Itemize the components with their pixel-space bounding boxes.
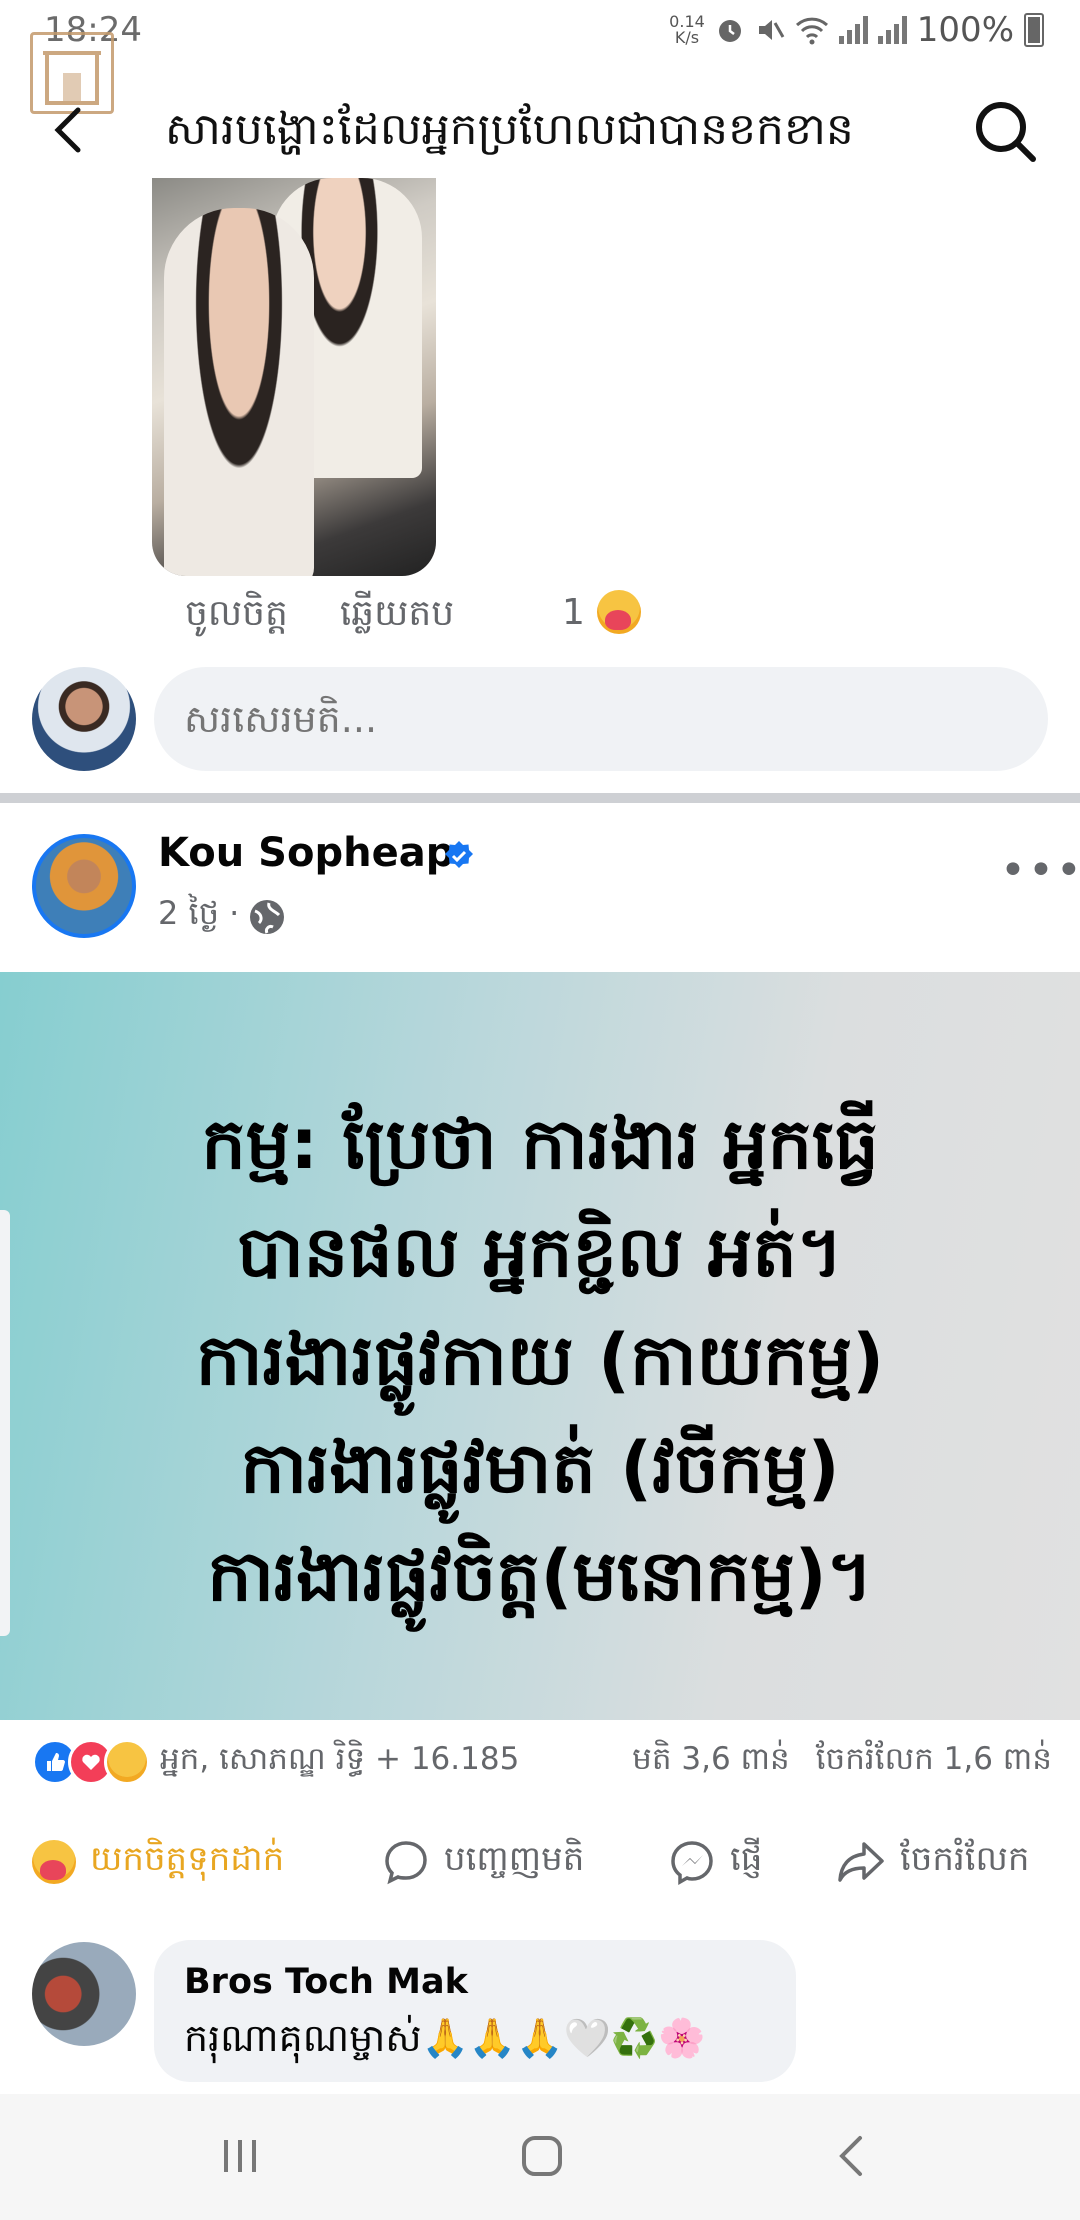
- mute-icon: [758, 20, 785, 40]
- care-button[interactable]: យកចិត្តទុកដាក់: [32, 1837, 284, 1887]
- share-button[interactable]: ចែករំលែក: [836, 1837, 1030, 1887]
- messenger-icon: [671, 1841, 713, 1886]
- section-divider: [0, 793, 1080, 803]
- comment-author[interactable]: Bros Toch Mak: [184, 1962, 468, 2002]
- signal-icon-2: [877, 16, 907, 44]
- comment-bubble[interactable]: Bros Toch Mak ករុណាគុណម្ចាស់🙏🙏🙏🤍♻️🌸: [154, 1940, 796, 2082]
- comment-button[interactable]: បញ្ចេញមតិ: [382, 1837, 584, 1887]
- share-label: ចែករំលែក: [900, 1839, 1030, 1879]
- network-speed-unit: K/s: [674, 28, 700, 47]
- card-line: កម្ម: ប្រែថា ការងារ អ្នកធ្វើ: [201, 1103, 879, 1185]
- user-avatar[interactable]: [32, 667, 136, 771]
- battery-percent: 100%: [916, 10, 1014, 50]
- comment-icon: [385, 1841, 427, 1885]
- write-comment-input[interactable]: [154, 667, 1048, 771]
- comment-reaction-count[interactable]: 1: [562, 590, 641, 634]
- chevron-left-icon: [54, 107, 81, 153]
- post-timestamp: 2 ថ្ងៃ ·: [158, 893, 287, 940]
- back-nav-icon[interactable]: [830, 2134, 874, 2178]
- post-action-bar: យកចិត្តទុកដាក់ បញ្ចេញមតិ ផ្ញើ ចែករំលែក: [0, 1822, 1080, 1902]
- share-icon: [838, 1842, 884, 1882]
- comments-count[interactable]: មតិ 3,6 ពាន់: [632, 1740, 790, 1785]
- photo-person-1: [164, 208, 314, 576]
- page-title: សារបង្ហោះដែលអ្នកប្រហែលជាបានខកខាន: [165, 104, 854, 155]
- card-line: ការងារផ្លូវមាត់ (វចីកម្ម): [240, 1427, 840, 1509]
- status-bar: 18:24 0.14 K/s 100%: [0, 0, 1080, 62]
- verified-badge-icon: [445, 841, 473, 868]
- send-label: ផ្ញើ: [730, 1839, 763, 1879]
- edge-panel-handle[interactable]: [0, 1210, 10, 1636]
- comment-like-link[interactable]: ចូលចិត្ត: [185, 590, 288, 643]
- card-line: បានផល អ្នកខ្ជិល អត់។: [237, 1211, 843, 1293]
- battery-icon: [1024, 13, 1044, 47]
- post-time-text: 2 ថ្ងៃ ·: [158, 894, 240, 932]
- care-icon: [32, 1840, 76, 1884]
- wifi-icon: [795, 17, 828, 45]
- comment-label: បញ្ចេញមតិ: [444, 1839, 585, 1879]
- search-icon: [976, 102, 1036, 162]
- search-button[interactable]: [972, 98, 1038, 164]
- card-text: កម្ម: ប្រែថា ការងារ អ្នកធ្វើ បានផល អ្នកខ…: [40, 1090, 1040, 1630]
- author-name[interactable]: Kou Sopheap: [158, 830, 454, 876]
- post-text-card[interactable]: កម្ម: ប្រែថា ការងារ អ្នកធ្វើ បានផល អ្នកខ…: [0, 972, 1080, 1720]
- comment-reply-link[interactable]: ឆ្លើយតប: [340, 590, 454, 643]
- author-avatar[interactable]: [32, 834, 136, 938]
- signal-icon: [838, 16, 868, 44]
- post-stats: មតិ 3,6 ពាន់ ចែករំលែក 1,6 ពាន់: [632, 1740, 1052, 1785]
- care-reaction-icon: [104, 1739, 150, 1785]
- card-line: ការងារផ្លូវចិត្ត(មនោកម្ម)។: [207, 1535, 873, 1617]
- alarm-icon: [718, 20, 741, 42]
- system-nav-bar: [0, 2094, 1080, 2220]
- top-header: សារបង្ហោះដែលអ្នកប្រហែលជាបានខកខាន: [0, 62, 1080, 177]
- commenter-avatar[interactable]: [32, 1942, 136, 2046]
- back-button[interactable]: [40, 100, 100, 160]
- globe-icon: [250, 899, 285, 934]
- reaction-count: 1: [562, 591, 585, 633]
- card-line: ការងារផ្លូវកាយ (កាយកម្ម): [195, 1319, 885, 1401]
- reaction-names: អ្នក, សោភណ្ឌ រិទ្ធិ + 16.185: [160, 1740, 520, 1777]
- more-options-button[interactable]: •••: [1000, 845, 1080, 896]
- status-icons: 0.14 K/s 100%: [669, 10, 1044, 50]
- comment-photo[interactable]: [152, 178, 436, 576]
- comment-text: ករុណាគុណម្ចាស់🙏🙏🙏🤍♻️🌸: [184, 2016, 706, 2060]
- reactions-summary[interactable]: អ្នក, សោភណ្ឌ រិទ្ធិ + 16.185 មតិ 3,6 ពាន…: [32, 1739, 1052, 1785]
- home-icon[interactable]: [520, 2134, 564, 2178]
- send-button[interactable]: ផ្ញើ: [668, 1837, 762, 1887]
- network-speed: 0.14 K/s: [669, 14, 705, 46]
- recents-icon[interactable]: [218, 2134, 262, 2178]
- shares-count[interactable]: ចែករំលែក 1,6 ពាន់: [816, 1740, 1052, 1785]
- care-label: យកចិត្តទុកដាក់: [90, 1839, 285, 1879]
- care-reaction-icon: [596, 590, 641, 634]
- comment-actions: ចូលចិត្ត ឆ្លើយតប: [185, 590, 454, 643]
